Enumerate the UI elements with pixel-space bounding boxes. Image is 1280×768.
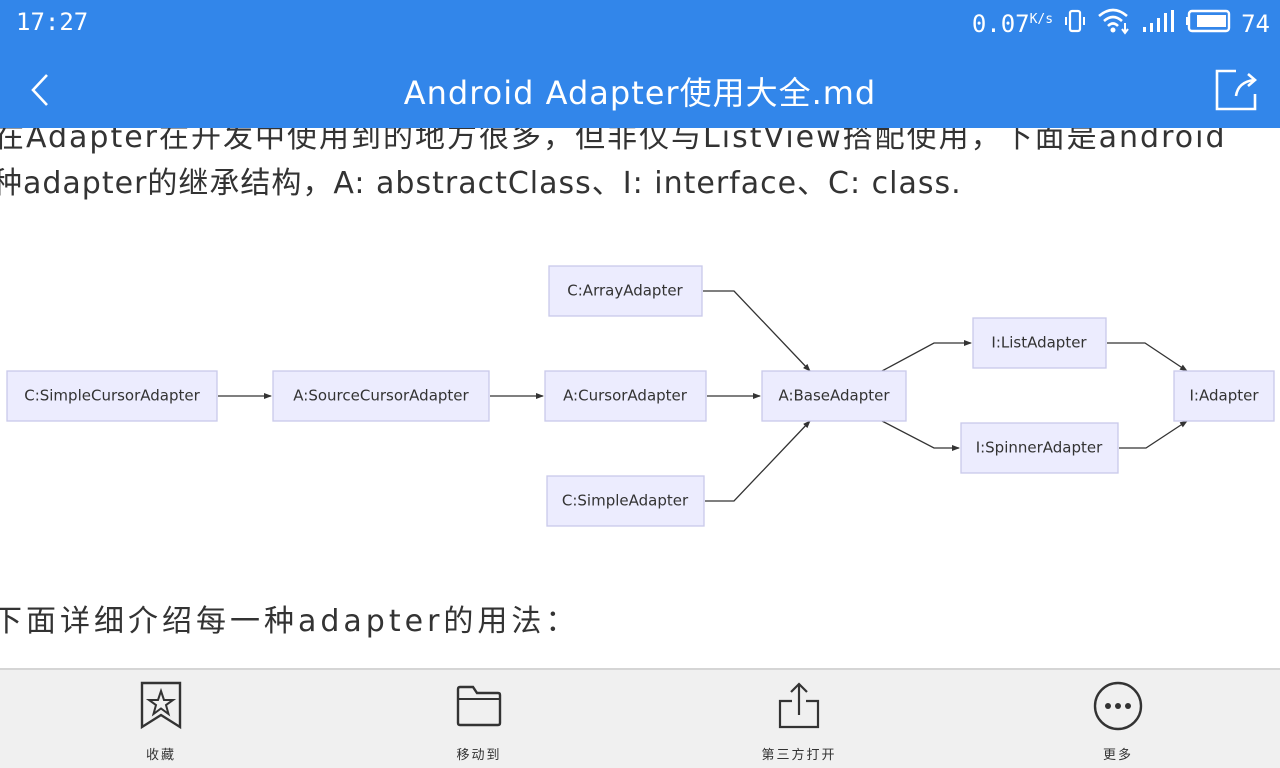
node-label: A:SourceCursorAdapter: [293, 387, 469, 405]
app-bar: 17:27 0.07K/s 74 Android Adapter使用大全.md: [0, 0, 1280, 128]
status-time: 17:27: [16, 8, 89, 36]
page-title: Android Adapter使用大全.md: [403, 74, 877, 112]
node-source-cursor-adapter: A:SourceCursorAdapter: [272, 370, 490, 422]
share-button[interactable]: [1212, 66, 1264, 114]
move-to-button[interactable]: 移动到: [379, 680, 579, 764]
folder-icon: [456, 685, 502, 727]
node-label: C:SimpleCursorAdapter: [24, 387, 200, 405]
more-button[interactable]: 更多: [1018, 680, 1218, 764]
node-label: C:ArrayAdapter: [567, 282, 683, 300]
node-label: I:ListAdapter: [991, 334, 1087, 352]
inheritance-diagram: C:SimpleCursorAdapter A:SourceCursorAdap…: [6, 265, 1275, 527]
node-spinner-adapter: I:SpinnerAdapter: [960, 422, 1119, 474]
edge-base-list: [881, 340, 972, 372]
share-external-icon: [1215, 69, 1257, 111]
edge-array-base: [703, 290, 811, 372]
node-label: C:SimpleAdapter: [562, 492, 689, 510]
battery-icon: [1185, 9, 1231, 39]
bottom-toolbar: 收藏 移动到 第三方打开 更多: [0, 668, 1280, 768]
node-label: I:SpinnerAdapter: [976, 439, 1103, 457]
paragraph-inheritance-intro: 种adapter的继承结构，A: abstractClass、I: interf…: [0, 166, 962, 201]
node-adapter: I:Adapter: [1173, 370, 1275, 422]
edge-spinner-adapter: [1119, 420, 1188, 449]
node-cursor-adapter: A:CursorAdapter: [544, 370, 707, 422]
edge-list-adapter: [1107, 342, 1188, 372]
open-with-button[interactable]: 第三方打开: [699, 680, 899, 764]
open-with-label: 第三方打开: [761, 748, 837, 763]
edge-base-spinner: [881, 420, 960, 451]
edge-simple-base: [705, 420, 811, 502]
battery-percent: 74: [1241, 10, 1270, 38]
node-label: A:CursorAdapter: [563, 387, 688, 405]
node-simple-cursor-adapter: C:SimpleCursorAdapter: [6, 370, 218, 422]
move-to-label: 移动到: [456, 748, 502, 763]
bookmark-star-icon: [140, 681, 182, 730]
node-list-adapter: I:ListAdapter: [972, 317, 1107, 369]
node-label: A:BaseAdapter: [778, 387, 890, 405]
share-upload-icon: [778, 682, 820, 729]
more-label: 更多: [1102, 748, 1133, 763]
network-speed: 0.07K/s: [972, 10, 1053, 38]
status-icons: 0.07K/s 74: [972, 8, 1270, 40]
vibrate-icon: [1063, 8, 1087, 40]
network-speed-value: 0.07: [971, 10, 1030, 38]
network-speed-unit: K/s: [1029, 12, 1054, 27]
section-intro: 下面详细介绍每一种adapter的用法：: [0, 604, 580, 639]
favorite-button[interactable]: 收藏: [61, 680, 261, 764]
more-dots-icon: [1093, 681, 1143, 731]
signal-icon: [1141, 9, 1175, 39]
node-simple-adapter: C:SimpleAdapter: [546, 475, 705, 527]
node-array-adapter: C:ArrayAdapter: [548, 265, 703, 317]
node-label: I:Adapter: [1190, 387, 1260, 405]
wifi-icon: [1097, 7, 1131, 41]
node-base-adapter: A:BaseAdapter: [761, 370, 907, 422]
favorite-label: 收藏: [145, 748, 176, 763]
